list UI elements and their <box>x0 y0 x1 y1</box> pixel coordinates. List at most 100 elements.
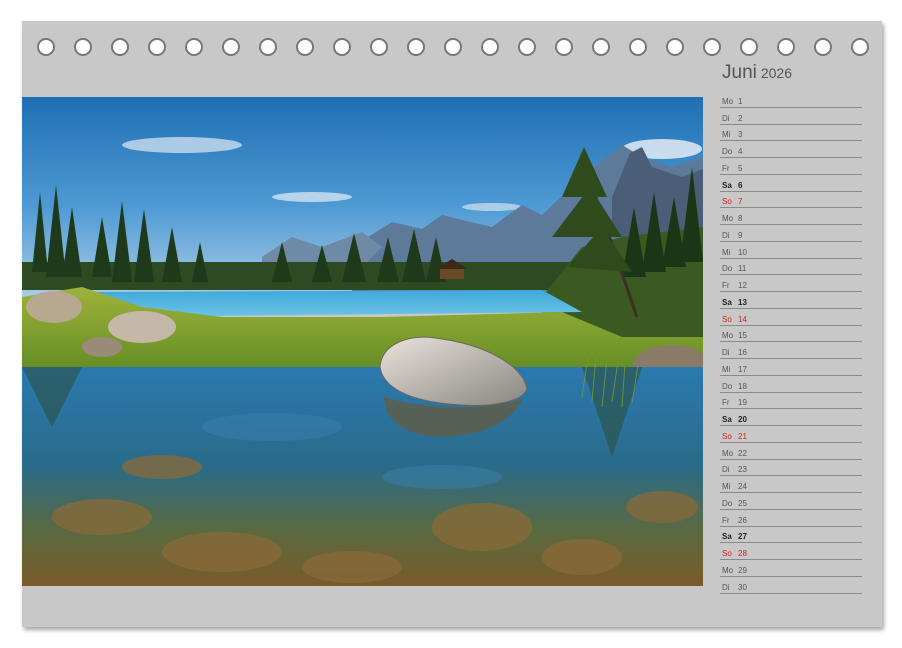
landscape-photo <box>22 97 703 586</box>
weekday-label: Mo <box>722 565 734 575</box>
weekday-label: So <box>722 314 732 324</box>
binding-ring <box>333 38 351 56</box>
binding-ring <box>814 38 832 56</box>
day-list: Mo 1 Di 2 Mi 3 Do 4 Fr 5 Sa 6 So 7 Mo 8 Di 9 Mi 10 Do 11 Fr 12 S… <box>720 91 862 594</box>
day-row: Di 30 <box>720 577 862 594</box>
day-number: 26 <box>738 515 747 525</box>
binding-ring <box>370 38 388 56</box>
binding-ring <box>851 38 869 56</box>
binding-ring <box>666 38 684 56</box>
day-row: Mi 10 <box>720 242 862 259</box>
day-row: Fr 5 <box>720 158 862 175</box>
day-number: 20 <box>738 415 747 424</box>
day-number: 21 <box>738 431 747 441</box>
day-number: 24 <box>738 482 747 491</box>
binding-ring <box>222 38 240 56</box>
day-row: Fr 19 <box>720 393 862 410</box>
day-row: So 28 <box>720 543 862 560</box>
day-row: Mo 29 <box>720 560 862 577</box>
day-row: Sa 20 <box>720 409 862 426</box>
weekday-label: Do <box>722 381 733 391</box>
weekday-label: Mi <box>722 364 731 374</box>
day-row: Do 4 <box>720 141 862 158</box>
day-number: 11 <box>738 264 747 274</box>
day-number: 17 <box>738 364 747 374</box>
weekday-label: Di <box>722 465 730 475</box>
day-row: Do 25 <box>720 493 862 510</box>
day-number: 15 <box>738 331 747 341</box>
binding-ring <box>111 38 129 56</box>
day-row: Di 23 <box>720 460 862 477</box>
binding-ring <box>296 38 314 56</box>
weekday-label: So <box>722 549 732 558</box>
day-number: 4 <box>738 147 743 156</box>
weekday-label: Sa <box>722 532 732 542</box>
weekday-label: Di <box>722 230 730 240</box>
day-row: Mi 24 <box>720 476 862 493</box>
binding-ring <box>444 38 462 56</box>
binding-ring <box>74 38 92 56</box>
binding-ring <box>407 38 425 56</box>
day-row: Mi 17 <box>720 359 862 376</box>
weekday-label: Mo <box>722 96 734 106</box>
day-number: 14 <box>738 314 747 324</box>
day-number: 22 <box>738 448 747 458</box>
weekday-label: Mi <box>722 247 731 257</box>
month-title: Juni 2026 <box>722 62 792 84</box>
day-row: So 21 <box>720 426 862 443</box>
binding-ring <box>185 38 203 56</box>
weekday-label: Fr <box>722 515 730 525</box>
day-number: 10 <box>738 247 747 257</box>
binding-ring <box>777 38 795 56</box>
day-number: 8 <box>738 214 743 223</box>
weekday-label: Do <box>722 147 733 156</box>
day-row: Do 11 <box>720 259 862 276</box>
day-row: Mo 22 <box>720 443 862 460</box>
day-number: 27 <box>738 532 747 542</box>
day-row: Mi 3 <box>720 125 862 142</box>
day-row: Mo 8 <box>720 208 862 225</box>
binding-ring <box>148 38 166 56</box>
binding-ring <box>592 38 610 56</box>
weekday-label: Sa <box>722 415 732 424</box>
weekday-label: Di <box>722 113 730 123</box>
weekday-label: Mo <box>722 214 734 223</box>
day-row: Sa 13 <box>720 292 862 309</box>
day-number: 6 <box>738 180 743 190</box>
day-number: 1 <box>738 96 743 106</box>
binding-ring <box>259 38 277 56</box>
day-number: 2 <box>738 113 743 123</box>
weekday-label: Di <box>722 582 730 592</box>
binding-ring <box>555 38 573 56</box>
weekday-label: So <box>722 431 732 441</box>
day-row: Do 18 <box>720 376 862 393</box>
binding-ring <box>740 38 758 56</box>
weekday-label: So <box>722 197 732 207</box>
day-number: 18 <box>738 381 747 391</box>
weekday-label: Fr <box>722 398 730 408</box>
day-row: Fr 12 <box>720 275 862 292</box>
binding-ring <box>481 38 499 56</box>
day-row: Di 9 <box>720 225 862 242</box>
day-number: 9 <box>738 230 743 240</box>
calendar-page: Juni 2026 Mo 1 Di 2 Mi 3 Do 4 Fr 5 Sa 6 … <box>22 21 882 627</box>
binding-ring <box>37 38 55 56</box>
day-row: Di 2 <box>720 108 862 125</box>
day-number: 12 <box>738 281 747 290</box>
month-year: 2026 <box>760 65 793 81</box>
weekday-label: Di <box>722 348 730 357</box>
day-number: 25 <box>738 498 747 508</box>
day-number: 19 <box>738 398 747 408</box>
day-row: Mo 15 <box>720 326 862 343</box>
day-number: 16 <box>738 348 747 357</box>
day-number: 23 <box>738 465 747 475</box>
day-row: So 7 <box>720 192 862 209</box>
binding-ring <box>518 38 536 56</box>
day-row: Fr 26 <box>720 510 862 527</box>
day-number: 29 <box>738 565 747 575</box>
day-number: 30 <box>738 582 747 592</box>
day-row: Mo 1 <box>720 91 862 108</box>
binding-ring <box>703 38 721 56</box>
day-row: Di 16 <box>720 342 862 359</box>
day-number: 5 <box>738 163 743 173</box>
